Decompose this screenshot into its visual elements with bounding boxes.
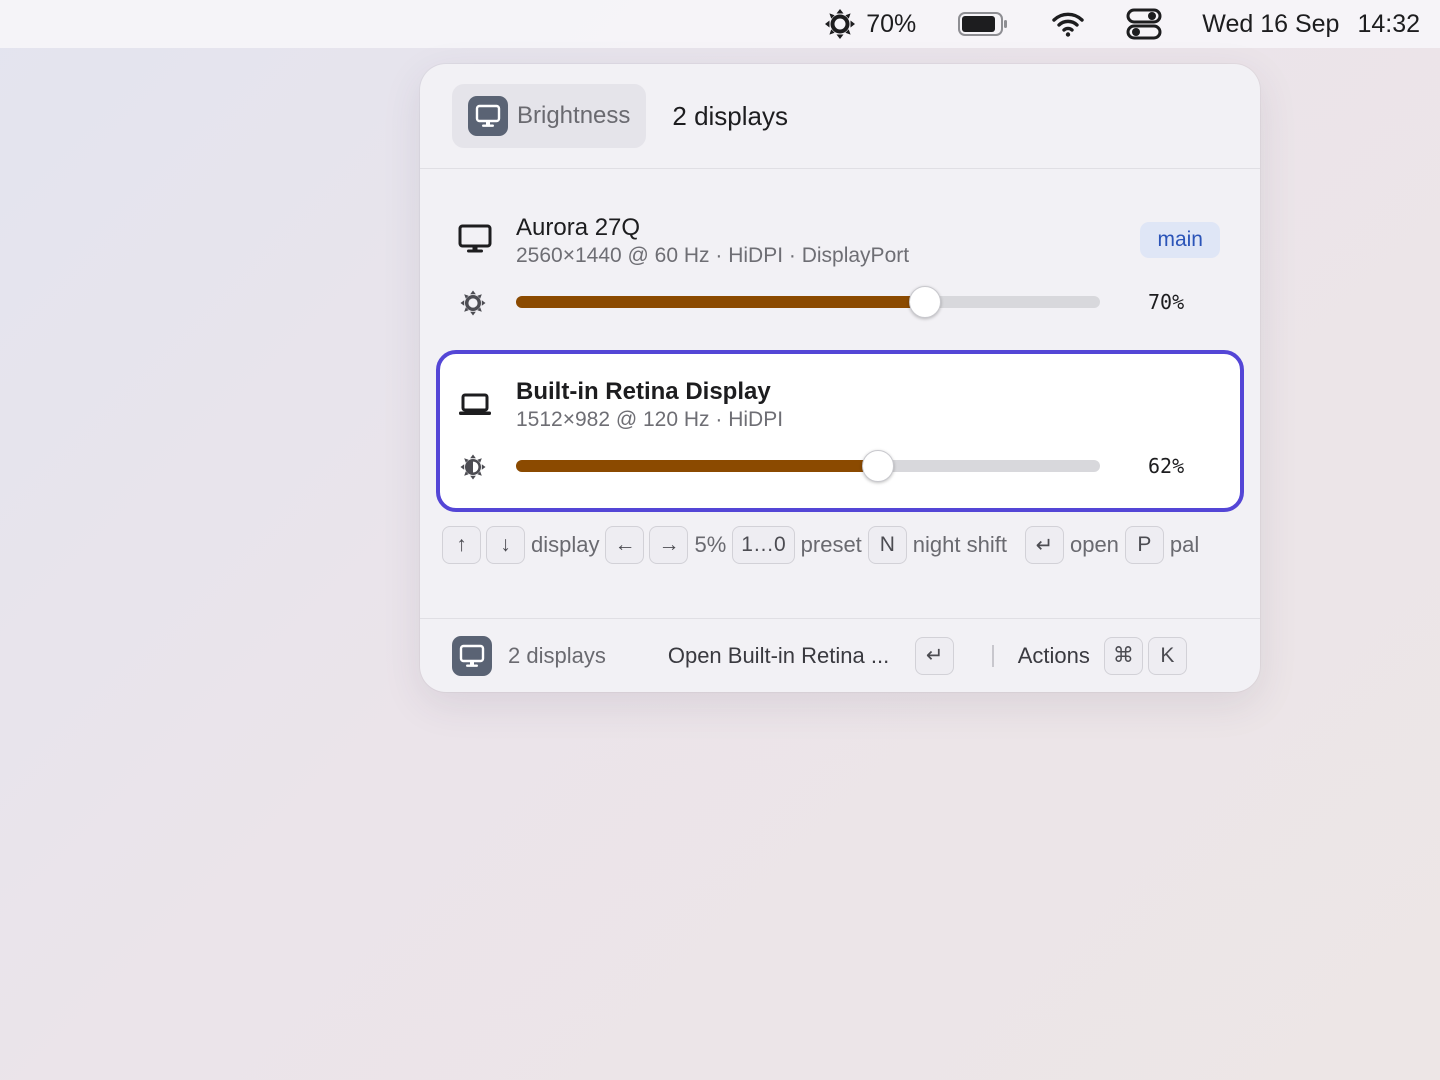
display-name: Built-in Retina Display [516,378,771,405]
footer-key-enter: ↵ [915,636,955,675]
key-right: → [649,526,689,564]
wifi-icon[interactable] [1052,11,1084,37]
slider-fill [516,296,925,308]
hint-step: 5% [694,532,727,557]
hint-palette: pal [1169,532,1200,557]
brightness-value: 62% [1148,454,1185,478]
brightness-high-icon [460,454,486,480]
brightness-low-icon [460,290,486,316]
open-action-button[interactable]: Open Built-in Retina ... [668,643,889,669]
display-spec: 1512×982 @ 120 Hz · HiDPI [516,408,784,431]
menubar-brightness[interactable]: 70% [824,8,916,40]
brightness-panel: Brightness 2 displays Aurora 27Q 2560×14… [420,64,1260,692]
key-palette: P [1124,526,1164,564]
hint-night-shift: night shift [912,532,1007,557]
display-row-built-in[interactable]: Built-in Retina Display 1512×982 @ 120 H… [436,350,1244,512]
panel-header: Brightness 2 displays [420,64,1260,169]
hint-display: display [531,532,600,557]
footer-key-cmd: ⌘ [1103,636,1143,675]
display-app-icon [452,635,492,676]
footer-display-count: 2 displays [508,642,606,668]
brightness-chip[interactable]: Brightness [452,84,647,148]
slider-fill [516,460,879,472]
control-center-icon[interactable] [1126,8,1162,40]
display-spec: 2560×1440 @ 60 Hz · HiDPI · DisplayPort [516,244,910,267]
menubar-time[interactable]: 14:32 [1357,10,1420,39]
key-up: ↑ [442,526,481,564]
key-left: ← [605,526,645,564]
display-name: Aurora 27Q [516,214,641,241]
key-night-shift: N [867,526,907,564]
menubar-brightness-value: 70% [866,9,917,38]
keyboard-hints: ↑ ↓ display ← → 5% 1…0 preset N night sh… [442,526,1205,564]
brightness-value: 70% [1148,290,1185,314]
footer-key-k: K [1147,636,1187,675]
slider-thumb[interactable] [908,286,941,318]
battery-icon[interactable] [958,11,1008,37]
key-down: ↓ [486,526,525,564]
display-row-aurora[interactable]: Aurora 27Q 2560×1440 @ 60 Hz · HiDPI · D… [436,188,1244,350]
actions-button[interactable]: Actions [1018,643,1090,669]
monitor-icon [458,224,492,253]
header-display-count: 2 displays [672,100,789,131]
brightness-slider[interactable] [516,450,1100,482]
chip-label: Brightness [517,102,631,129]
key-preset: 1…0 [732,526,795,564]
main-badge: main [1140,222,1220,258]
display-app-icon [468,96,508,136]
slider-thumb[interactable] [862,450,895,482]
menubar-date[interactable]: Wed 16 Sep [1202,10,1339,39]
brightness-icon [825,9,856,39]
laptop-icon [459,393,491,415]
hint-preset: preset [800,532,862,557]
menu-bar: 70% Wed 16 Sep 14:32 [0,0,1440,48]
footer-divider [992,644,994,667]
key-enter: ↵ [1024,526,1064,564]
hint-open: open [1069,532,1119,557]
panel-footer: 2 displays Open Built-in Retina ... ↵ Ac… [420,618,1260,692]
brightness-slider[interactable] [516,286,1100,318]
